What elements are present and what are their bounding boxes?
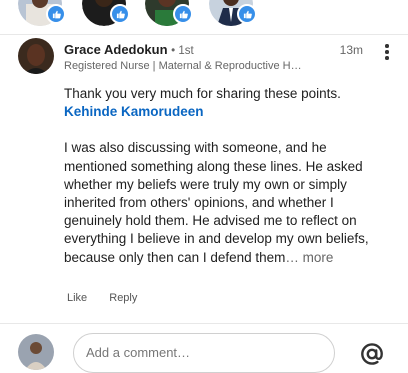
comment-author-headline: Registered Nurse | Maternal & Reproducti… [64, 60, 304, 72]
comment-author-name[interactable]: Grace Adedokun [64, 42, 168, 57]
divider [0, 323, 408, 324]
comment-timestamp: 13m [339, 43, 363, 57]
comment-intro: Thank you very much for sharing these po… [64, 86, 341, 101]
reactor-avatar[interactable] [18, 0, 66, 26]
reactor-avatar[interactable] [145, 0, 193, 26]
comment-text: Thank you very much for sharing these po… [64, 85, 374, 267]
like-icon [46, 4, 66, 24]
comment-body: I was also discussing with someone, and … [64, 140, 369, 265]
comment-actions: Like Reply [67, 292, 156, 304]
reactor-avatar[interactable] [209, 0, 257, 26]
like-icon [173, 4, 193, 24]
see-more-link[interactable]: more [303, 250, 334, 265]
at-icon[interactable] [359, 341, 385, 367]
comment-ellipsis: … [285, 249, 299, 265]
reactor-avatar[interactable] [82, 0, 130, 26]
like-icon [237, 4, 257, 24]
reply-button[interactable]: Reply [109, 292, 137, 304]
more-options-icon[interactable] [384, 44, 390, 60]
like-button[interactable]: Like [67, 292, 87, 304]
connection-degree: • 1st [171, 45, 194, 57]
comment-author-line: Grace Adedokun • 1st [64, 42, 194, 57]
like-icon [110, 4, 130, 24]
current-user-avatar [18, 334, 54, 370]
comment-input[interactable]: Add a comment… [73, 333, 335, 373]
mention-link[interactable]: Kehinde Kamorudeen [64, 104, 204, 119]
divider [0, 34, 408, 35]
commenter-avatar[interactable] [18, 38, 54, 74]
